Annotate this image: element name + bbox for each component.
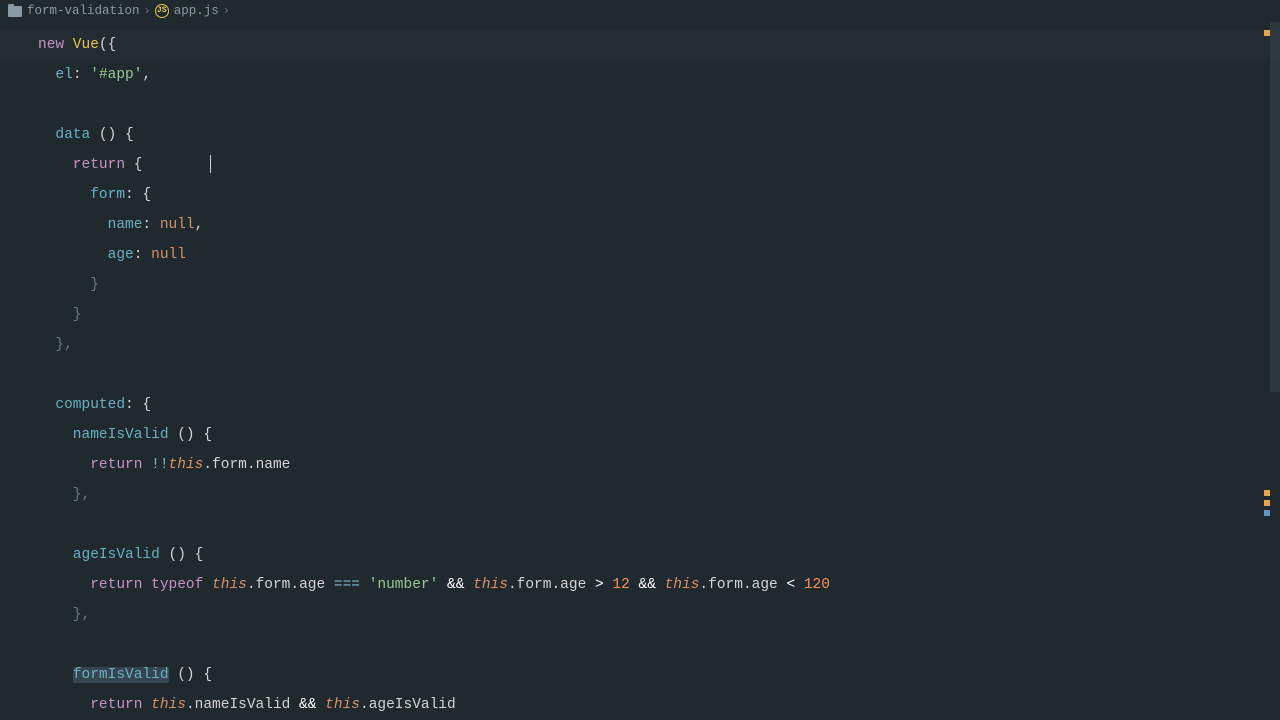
code-line[interactable]: return typeof this.form.age === 'number'… [38,570,1280,600]
js-icon: JS [155,4,169,18]
overview-ruler[interactable] [1264,22,1270,712]
scrollbar-thumb[interactable] [1270,22,1280,392]
code-line[interactable]: }, [38,480,1280,510]
vertical-scrollbar[interactable] [1270,22,1280,720]
code-line[interactable]: el: '#app', [38,60,1280,90]
code-line[interactable]: new Vue({ [38,30,1280,60]
breadcrumb-bar[interactable]: form-validation › JS app.js › [0,0,1280,22]
overview-marker [1264,30,1270,36]
code-line[interactable] [38,90,1280,120]
overview-marker [1264,510,1270,516]
code-line[interactable]: }, [38,330,1280,360]
code-line[interactable]: return this.nameIsValid && this.ageIsVal… [38,690,1280,720]
code-editor[interactable]: new Vue({ el: '#app', data () { return {… [0,22,1280,720]
code-line[interactable]: form: { [38,180,1280,210]
code-line[interactable]: }, [38,600,1280,630]
code-line[interactable] [38,360,1280,390]
overview-marker [1264,490,1270,496]
overview-marker [1264,500,1270,506]
code-line[interactable]: nameIsValid () { [38,420,1280,450]
code-line[interactable] [38,510,1280,540]
code-line[interactable]: computed: { [38,390,1280,420]
code-line[interactable]: name: null, [38,210,1280,240]
code-line[interactable]: formIsValid () { [38,660,1280,690]
code-line[interactable]: return !!this.form.name [38,450,1280,480]
code-line[interactable]: return { [38,150,1280,180]
highlighted-symbol: formIsValid [73,667,169,683]
folder-icon [8,6,22,17]
code-line[interactable]: ageIsValid () { [38,540,1280,570]
code-line[interactable]: data () { [38,120,1280,150]
text-caret [210,155,211,173]
code-line[interactable] [38,630,1280,660]
code-line[interactable]: } [38,270,1280,300]
code-line[interactable]: age: null [38,240,1280,270]
code-line[interactable]: } [38,300,1280,330]
